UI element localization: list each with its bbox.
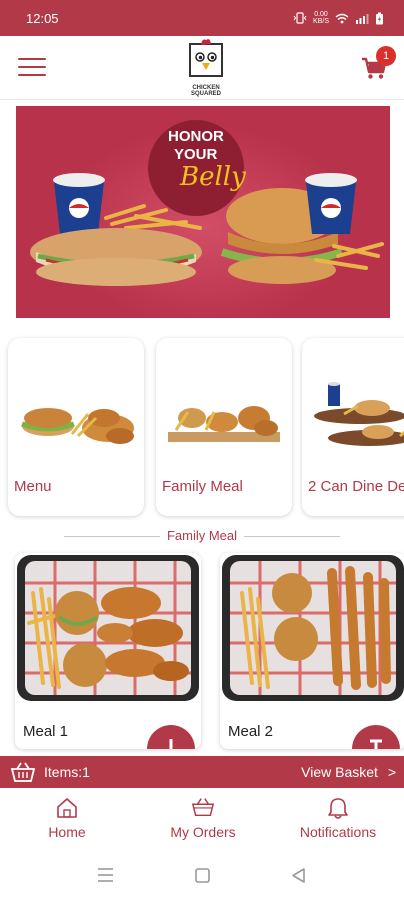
hamburger-icon[interactable] — [18, 58, 46, 78]
nav-label: My Orders — [170, 824, 236, 840]
family-meal-category-image — [168, 406, 280, 442]
net-speed: 0.00 KB/S — [313, 11, 329, 25]
section-divider-right — [244, 536, 340, 537]
meal-image — [15, 553, 201, 703]
category-card-family-meal[interactable]: Family Meal — [156, 338, 292, 516]
back-icon[interactable] — [292, 868, 305, 883]
basket-bar[interactable]: Items:1 View Basket > — [0, 756, 404, 788]
add-icon — [370, 739, 382, 749]
category-label: Menu — [14, 478, 52, 495]
battery-charging-icon — [376, 12, 383, 24]
category-card-2-can-dine-deal[interactable]: 2 Can Dine Deal — [302, 338, 404, 516]
nav-label: Home — [48, 824, 86, 840]
chevron-right-icon: > — [387, 764, 396, 780]
category-label: 2 Can Dine Deal — [308, 478, 404, 495]
logo-text-line2: SQUARED — [190, 91, 221, 97]
view-basket-button[interactable]: View Basket > — [301, 764, 396, 780]
category-label: Family Meal — [162, 478, 243, 495]
menu-category-image — [21, 408, 134, 444]
add-to-cart-button[interactable] — [147, 725, 195, 749]
view-basket-label: View Basket — [301, 764, 378, 780]
nav-home[interactable]: Home — [38, 796, 96, 840]
category-card-menu[interactable]: Menu — [8, 338, 144, 516]
cart-count-badge: 1 — [376, 46, 396, 66]
bell-icon — [328, 798, 348, 819]
basket-icon — [191, 798, 215, 817]
add-to-cart-button[interactable] — [352, 725, 400, 749]
system-navigation-bar — [0, 852, 404, 900]
promo-banner[interactable]: HONOR YOUR Belly — [16, 106, 390, 318]
meal-name: Meal 2 — [228, 723, 274, 740]
dine-deal-category-image — [314, 382, 404, 446]
meal-card[interactable]: Meal 1 — [15, 553, 201, 749]
signal-icon — [356, 13, 369, 24]
meal-name: Meal 1 — [23, 723, 69, 740]
status-icons: 0.00 KB/S — [293, 11, 384, 25]
section-title: Family Meal — [166, 528, 238, 543]
category-carousel[interactable]: Menu Family Meal 2 Can Dine De — [0, 330, 404, 520]
app-screen: 12:05 0.00 KB/S CHICKEN SQUARED 1 HONOR … — [0, 0, 404, 900]
status-bar: 12:05 0.00 KB/S — [0, 0, 404, 36]
status-time: 12:05 — [26, 10, 59, 26]
basket-items-count: Items:1 — [44, 764, 90, 780]
net-speed-value: 0.00 — [314, 11, 328, 18]
nav-my-orders[interactable]: My Orders — [164, 796, 242, 840]
app-header: CHICKEN SQUARED 1 — [0, 36, 404, 100]
home-icon — [57, 798, 77, 818]
nav-notifications[interactable]: Notifications — [298, 796, 378, 840]
chicken-logo-icon — [189, 39, 223, 77]
basket-icon — [10, 762, 36, 782]
meal-card[interactable]: Meal 2 — [220, 553, 404, 749]
vibrate-icon — [293, 12, 307, 24]
home-system-icon[interactable] — [195, 868, 210, 883]
section-header: Family Meal — [0, 524, 404, 548]
banner-food-image — [30, 173, 384, 286]
nav-label: Notifications — [299, 824, 377, 840]
wifi-icon — [335, 13, 349, 23]
brand-logo: CHICKEN SQUARED — [184, 38, 228, 98]
net-speed-unit: KB/S — [313, 18, 329, 25]
add-icon — [169, 739, 173, 749]
recents-icon[interactable] — [98, 868, 113, 882]
meal-image — [220, 553, 404, 703]
bottom-navigation: Home My Orders Notifications — [0, 788, 404, 852]
cart-button[interactable]: 1 — [360, 46, 396, 84]
